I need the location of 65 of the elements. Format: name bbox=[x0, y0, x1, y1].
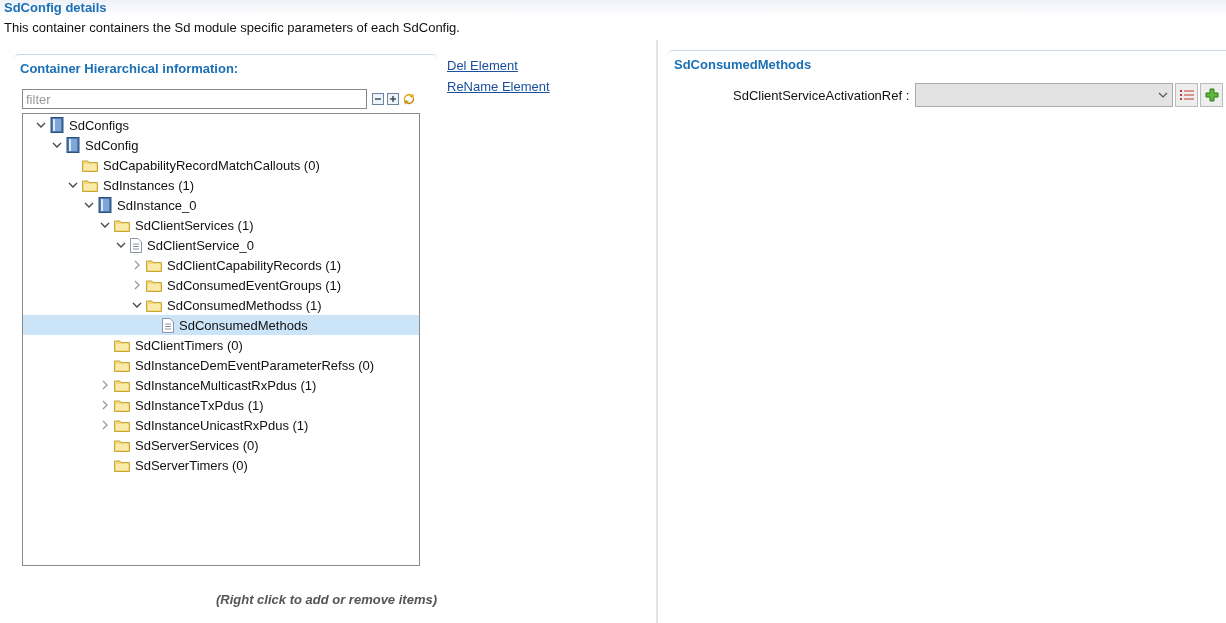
tree-item[interactable]: SdInstanceDemEventParameterRefss (0) bbox=[23, 355, 419, 375]
book-icon bbox=[98, 197, 112, 213]
chevron-down-icon[interactable] bbox=[116, 241, 126, 249]
folder-icon bbox=[146, 278, 162, 292]
tree-item[interactable]: SdConfig bbox=[23, 135, 419, 155]
tree-item[interactable]: SdCapabilityRecordMatchCallouts (0) bbox=[23, 155, 419, 175]
hint-text: (Right click to add or remove items) bbox=[214, 592, 437, 607]
list-button[interactable] bbox=[1175, 83, 1199, 107]
tree-item[interactable]: SdInstanceTxPdus (1) bbox=[23, 395, 419, 415]
tree-item[interactable]: SdInstances (1) bbox=[23, 175, 419, 195]
book-icon bbox=[66, 137, 80, 153]
chevron-down-icon[interactable] bbox=[84, 201, 94, 209]
folder-icon bbox=[82, 178, 98, 192]
tree-item[interactable]: SdClientCapabilityRecords (1) bbox=[23, 255, 419, 275]
sync-arrows-icon[interactable] bbox=[402, 92, 416, 106]
folder-icon bbox=[146, 298, 162, 312]
action-link[interactable]: ReName Element bbox=[447, 79, 550, 94]
caret-icon bbox=[1158, 92, 1169, 98]
chevron-right-icon[interactable] bbox=[101, 380, 109, 390]
folder-icon bbox=[82, 158, 98, 172]
expand-all-icon[interactable] bbox=[387, 93, 399, 105]
tree-item[interactable]: SdConsumedEventGroups (1) bbox=[23, 275, 419, 295]
book-icon bbox=[50, 117, 64, 133]
tree-item[interactable]: SdInstanceUnicastRxPdus (1) bbox=[23, 415, 419, 435]
folder-icon bbox=[114, 458, 130, 472]
plus-icon bbox=[1204, 88, 1219, 102]
folder-icon bbox=[146, 258, 162, 272]
page-title: SdConfig details bbox=[4, 0, 107, 15]
document-icon bbox=[130, 237, 142, 253]
tree-item[interactable]: SdConsumedMethods bbox=[23, 315, 419, 335]
action-link[interactable]: Del Element bbox=[447, 58, 550, 73]
section-title: Container Hierarchical information: bbox=[19, 60, 240, 78]
tree-item[interactable]: SdConfigs bbox=[23, 115, 419, 135]
filter-field[interactable]: filter bbox=[22, 89, 367, 109]
tree-item[interactable]: SdClientService_0 bbox=[23, 235, 419, 255]
add-button[interactable] bbox=[1200, 83, 1224, 107]
tree-item[interactable]: SdClientServices (1) bbox=[23, 215, 419, 235]
chevron-right-icon[interactable] bbox=[101, 420, 109, 430]
folder-icon bbox=[114, 338, 130, 352]
tree-item[interactable]: SdConsumedMethodss (1) bbox=[23, 295, 419, 315]
document-icon bbox=[162, 317, 174, 333]
chevron-down-icon[interactable] bbox=[68, 181, 78, 189]
chevron-down-icon[interactable] bbox=[132, 301, 142, 309]
section-title: SdConsumedMethods bbox=[673, 56, 813, 74]
collapse-all-icon[interactable] bbox=[372, 93, 384, 105]
folder-icon bbox=[114, 418, 130, 432]
page-description: This container containers the Sd module specific parameters of each SdConfig. bbox=[3, 19, 461, 37]
chevron-right-icon[interactable] bbox=[133, 280, 141, 290]
field-label: SdClientServiceActivationRef : bbox=[733, 87, 910, 103]
chevron-down-icon[interactable] bbox=[36, 121, 46, 129]
folder-icon bbox=[114, 378, 130, 392]
list-icon bbox=[1179, 90, 1194, 100]
folder-icon bbox=[114, 218, 130, 232]
tree-item[interactable]: SdServerTimers (0) bbox=[23, 455, 419, 475]
chevron-down-icon[interactable] bbox=[52, 141, 62, 149]
folder-icon bbox=[114, 438, 130, 452]
folder-icon bbox=[114, 398, 130, 412]
folder-icon bbox=[114, 358, 130, 372]
tree-item[interactable]: SdInstanceMulticastRxPdus (1) bbox=[23, 375, 419, 395]
tree-item[interactable]: SdServerServices (0) bbox=[23, 435, 419, 455]
tree-item[interactable]: SdInstance_0 bbox=[23, 195, 419, 215]
chevron-right-icon[interactable] bbox=[133, 260, 141, 270]
chevron-down-icon[interactable] bbox=[100, 221, 110, 229]
chevron-right-icon[interactable] bbox=[101, 400, 109, 410]
tree-item[interactable]: SdClientTimers (0) bbox=[23, 335, 419, 355]
